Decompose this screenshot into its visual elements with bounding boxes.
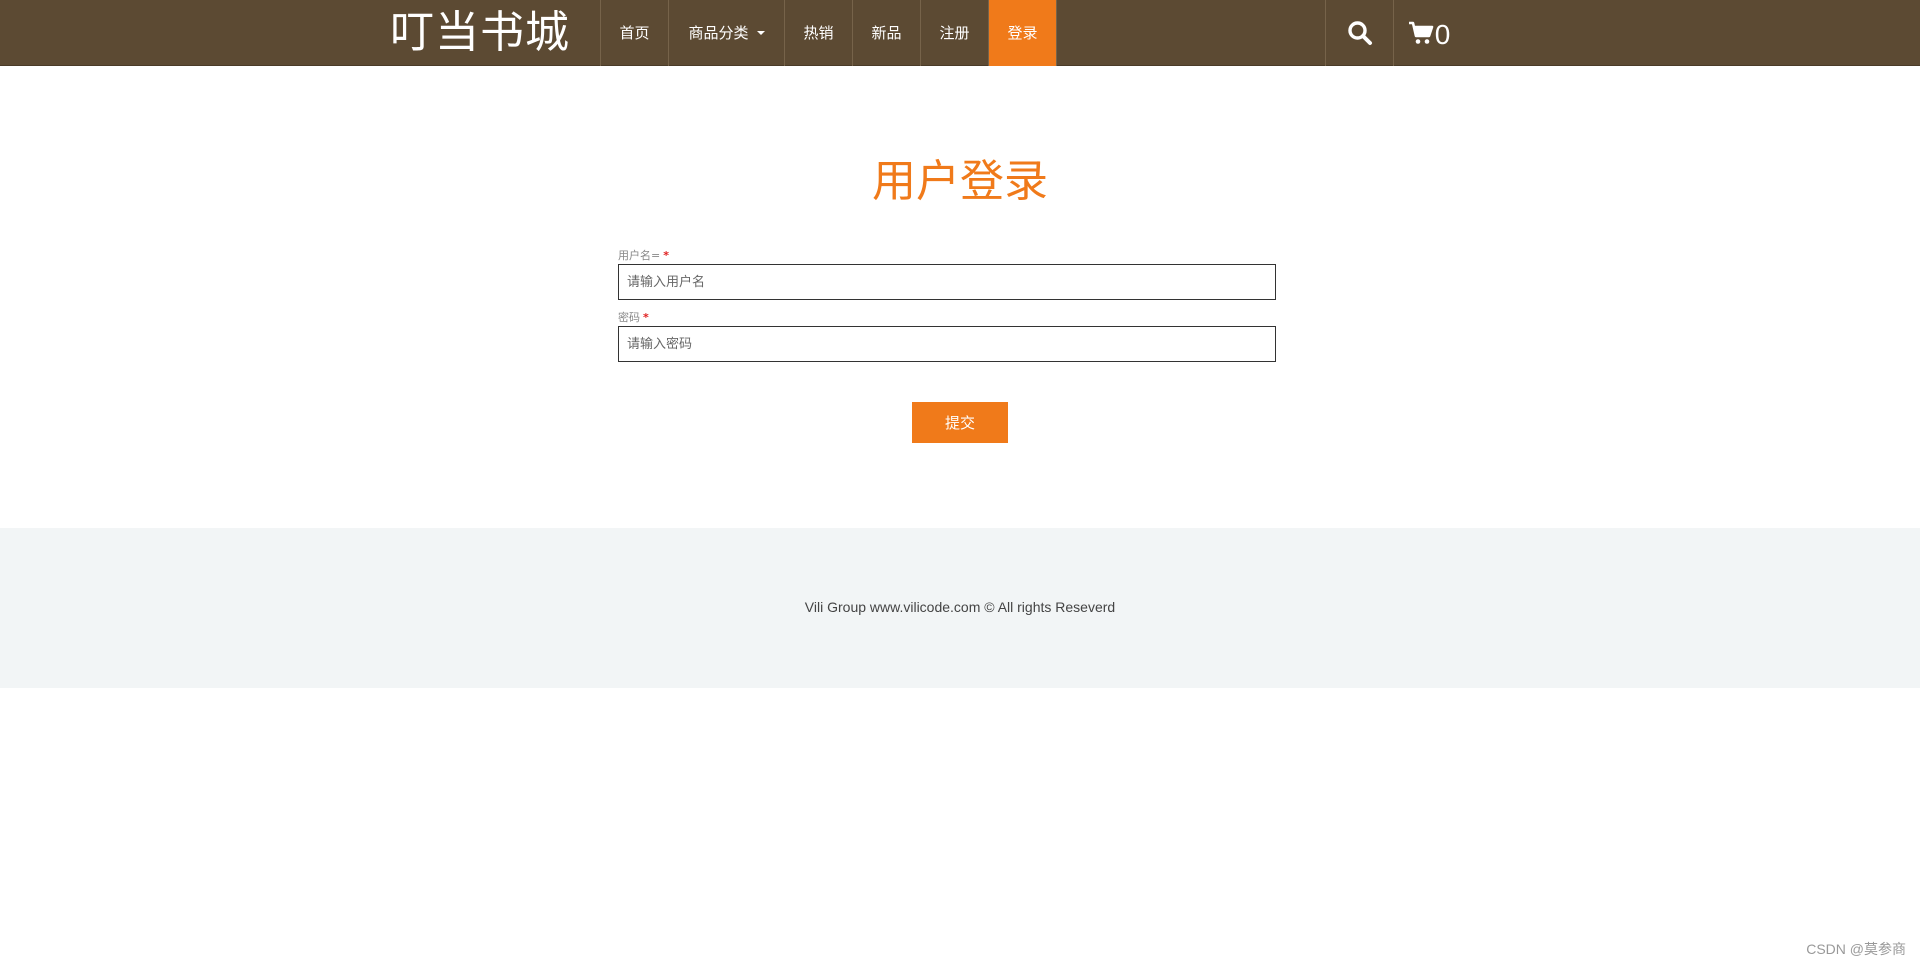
top-navbar: 叮当书城 首页 商品分类 热销 新品 注册 登录 0 [0,0,1920,66]
search-button[interactable] [1326,0,1394,66]
submit-button[interactable]: 提交 [912,402,1008,443]
caret-down-icon [756,30,765,35]
nav-item-login[interactable]: 登录 [989,0,1057,66]
cart-count-badge: 0 [1434,19,1451,50]
nav-item-categories-dropdown[interactable]: 商品分类 [669,0,785,66]
nav-item-label: 热销 [803,24,834,42]
password-label: 密码 * [618,310,1276,326]
username-label: 用户名= * [618,248,1276,264]
main-nav: 首页 商品分类 热销 新品 注册 登录 [600,0,1057,66]
submit-wrapper: 提交 [912,402,1008,443]
nav-item-home[interactable]: 首页 [601,0,669,66]
nav-item-label: 新品 [871,24,902,42]
footer: Vili Group www.vilicode.com © All rights… [0,528,1920,688]
username-input[interactable] [618,264,1276,300]
site-logo-text[interactable]: 叮当书城 [390,4,570,62]
watermark-text: CSDN @莫参商 [1806,941,1906,957]
password-field-group: 密码 * [618,310,1276,362]
cart-icon [1408,21,1434,44]
cart-button[interactable]: 0 [1394,0,1464,66]
nav-item-hot[interactable]: 热销 [785,0,853,66]
password-label-text: 密码 [618,311,640,324]
password-input[interactable] [618,326,1276,362]
nav-item-label: 注册 [939,24,970,42]
login-form: 用户名=* 密码* [618,248,1276,372]
required-mark: * [643,311,649,324]
username-field-group: 用户名= * [618,248,1276,300]
header-tools: 0 [1325,0,1464,66]
nav-item-new[interactable]: 新品 [853,0,921,66]
search-icon [1347,21,1372,45]
page-title: 用户登录 [872,156,1048,207]
nav-item-label: 登录 [1007,24,1038,42]
username-label-text: 用户名= [618,249,661,262]
nav-item-label: 首页 [619,24,650,42]
nav-item-register[interactable]: 注册 [921,0,989,66]
required-mark: * [663,249,669,262]
nav-item-label: 商品分类 [688,24,749,42]
copyright-text: Vili Group www.vilicode.com © All rights… [804,599,1116,615]
